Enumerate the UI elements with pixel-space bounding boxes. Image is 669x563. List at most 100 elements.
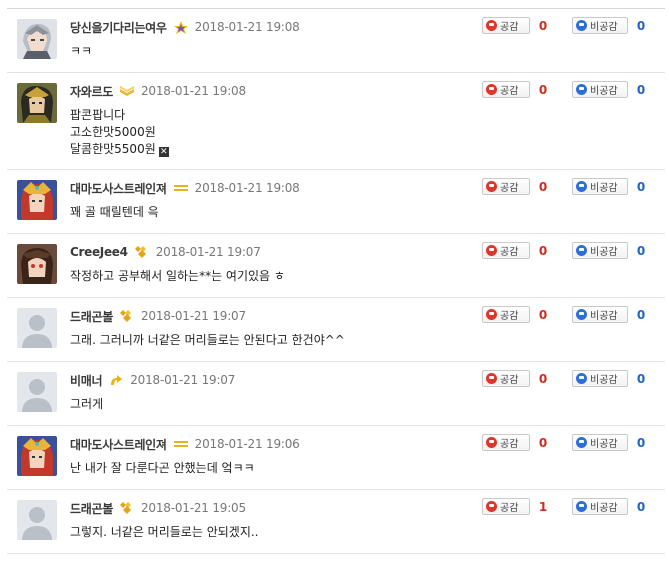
avatar[interactable] [17, 244, 57, 284]
dislike-button[interactable]: 비공감 [572, 81, 628, 98]
like-button[interactable]: 공감 [482, 17, 530, 34]
nickname[interactable]: 당신을기다리는여우 [70, 19, 167, 36]
smile-icon [486, 84, 497, 95]
like-count: 1 [538, 499, 548, 514]
vote-area: 공감 0 비공감 0 [482, 81, 647, 98]
like-label: 공감 [500, 375, 519, 386]
vote-area: 공감 0 비공감 0 [482, 17, 647, 34]
avatar[interactable] [17, 19, 57, 59]
dislike-button[interactable]: 비공감 [572, 306, 628, 323]
level-icon [108, 373, 124, 387]
comment-item: CreeJee4 2018-01-21 19:07 작정하고 공부해서 일하는*… [7, 234, 665, 298]
comment-date: 2018-01-21 19:08 [194, 181, 300, 195]
dislike-count: 0 [636, 435, 646, 450]
comment-text: 그래. 그러니까 너같은 머리들로는 안된다고 한건야^^ [70, 333, 345, 347]
frown-icon [576, 181, 587, 192]
comment-item: 자와르도 2018-01-21 19:08 팝콘팝니다 고소한맛5000원 달콤… [7, 73, 665, 170]
comment-text: 팝콘팝니다 [70, 108, 126, 122]
like-count: 0 [538, 243, 548, 258]
like-button[interactable]: 공감 [482, 498, 530, 515]
dislike-button[interactable]: 비공감 [572, 434, 628, 451]
smile-icon [486, 181, 497, 192]
dislike-button[interactable]: 비공감 [572, 370, 628, 387]
like-count: 0 [538, 371, 548, 386]
comment-text: 달콤한맛5500원 [70, 142, 156, 156]
like-button[interactable]: 공감 [482, 178, 530, 195]
comment-date: 2018-01-21 19:05 [140, 501, 246, 515]
comment-text: 꽤 골 때릴텐데 윽 [70, 205, 159, 219]
comment-item: 드래곤볼 2018-01-21 19:07 그래. 그러니까 너같은 머리들로는… [7, 298, 665, 362]
avatar[interactable] [17, 180, 57, 220]
like-label: 공감 [500, 503, 519, 514]
comment-date: 2018-01-21 19:07 [140, 309, 246, 323]
like-button[interactable]: 공감 [482, 306, 530, 323]
comment-text: 난 내가 잘 다룬다곤 안했는데 엌ㅋㅋ [70, 461, 255, 475]
dislike-button[interactable]: 비공감 [572, 17, 628, 34]
comment-item: 당신을기다리는여우 2018-01-21 19:08 ㅋㅋ 공감 0 비공감 0 [7, 9, 665, 73]
vote-area: 공감 0 비공감 0 [482, 242, 647, 259]
nickname[interactable]: 대마도사스트레인져 [70, 436, 167, 453]
comment-item: 대마도사스트레인져 2018-01-21 19:06 난 내가 잘 다룬다곤 안… [7, 426, 665, 490]
nickname[interactable]: CreeJee4 [70, 245, 128, 259]
dislike-button[interactable]: 비공감 [572, 498, 628, 515]
nickname[interactable]: 드래곤볼 [70, 308, 113, 325]
dislike-count: 0 [636, 499, 646, 514]
dislike-label: 비공감 [590, 247, 618, 258]
like-label: 공감 [500, 86, 519, 97]
vote-area: 공감 0 비공감 0 [482, 370, 647, 387]
like-button[interactable]: 공감 [482, 242, 530, 259]
comment-item: 드래곤볼 2018-01-21 19:05 그렇지. 너같은 머리들로는 안되겠… [7, 490, 665, 554]
dislike-label: 비공감 [590, 22, 618, 33]
nickname[interactable]: 비매너 [70, 372, 103, 389]
comment-text: 고소한맛5000원 [70, 125, 156, 139]
comment-date: 2018-01-21 19:07 [130, 373, 236, 387]
comment-body: 작정하고 공부해서 일하는**는 여기있음 ㅎ [70, 268, 285, 285]
like-label: 공감 [500, 439, 519, 450]
dislike-label: 비공감 [590, 311, 618, 322]
avatar[interactable] [17, 372, 57, 412]
nickname[interactable]: 드래곤볼 [70, 500, 113, 517]
dislike-button[interactable]: 비공감 [572, 242, 628, 259]
level-icon [173, 181, 189, 195]
comment-body: 꽤 골 때릴텐데 윽 [70, 204, 159, 221]
like-count: 0 [538, 435, 548, 450]
dislike-button[interactable]: 비공감 [572, 178, 628, 195]
level-icon [173, 20, 189, 34]
avatar[interactable] [17, 308, 57, 348]
comment-body: 그렇지. 너같은 머리들로는 안되겠지.. [70, 524, 259, 541]
frown-icon [576, 245, 587, 256]
nickname[interactable]: 자와르도 [70, 83, 113, 100]
avatar[interactable] [17, 500, 57, 540]
comment-body: 그러게 [70, 396, 103, 413]
avatar[interactable] [17, 436, 57, 476]
frown-icon [576, 84, 587, 95]
comment-body: ㅋㅋ [70, 43, 92, 60]
comment-text: ㅋㅋ [70, 44, 93, 58]
like-label: 공감 [500, 311, 519, 322]
close-box-icon: ✕ [158, 147, 169, 157]
comment-item: 비매너 2018-01-21 19:07 그러게 공감 0 비공감 0 [7, 362, 665, 426]
dislike-label: 비공감 [590, 375, 618, 386]
like-label: 공감 [500, 247, 519, 258]
smile-icon [486, 501, 497, 512]
dislike-count: 0 [636, 371, 646, 386]
level-icon [173, 437, 189, 451]
like-button[interactable]: 공감 [482, 434, 530, 451]
like-label: 공감 [500, 183, 519, 194]
frown-icon [576, 309, 587, 320]
dislike-label: 비공감 [590, 183, 618, 194]
smile-icon [486, 20, 497, 31]
like-button[interactable]: 공감 [482, 81, 530, 98]
like-button[interactable]: 공감 [482, 370, 530, 387]
vote-area: 공감 0 비공감 0 [482, 434, 647, 451]
comment-list: 당신을기다리는여우 2018-01-21 19:08 ㅋㅋ 공감 0 비공감 0… [7, 8, 665, 554]
avatar[interactable] [17, 83, 57, 123]
level-icon [134, 245, 150, 259]
dislike-count: 0 [636, 18, 646, 33]
nickname[interactable]: 대마도사스트레인져 [70, 180, 167, 197]
comment-text: 작정하고 공부해서 일하는**는 여기있음 ㅎ [70, 269, 285, 283]
smile-icon [486, 373, 497, 384]
smile-icon [486, 437, 497, 448]
comment-date: 2018-01-21 19:08 [194, 20, 300, 34]
like-count: 0 [538, 307, 548, 322]
